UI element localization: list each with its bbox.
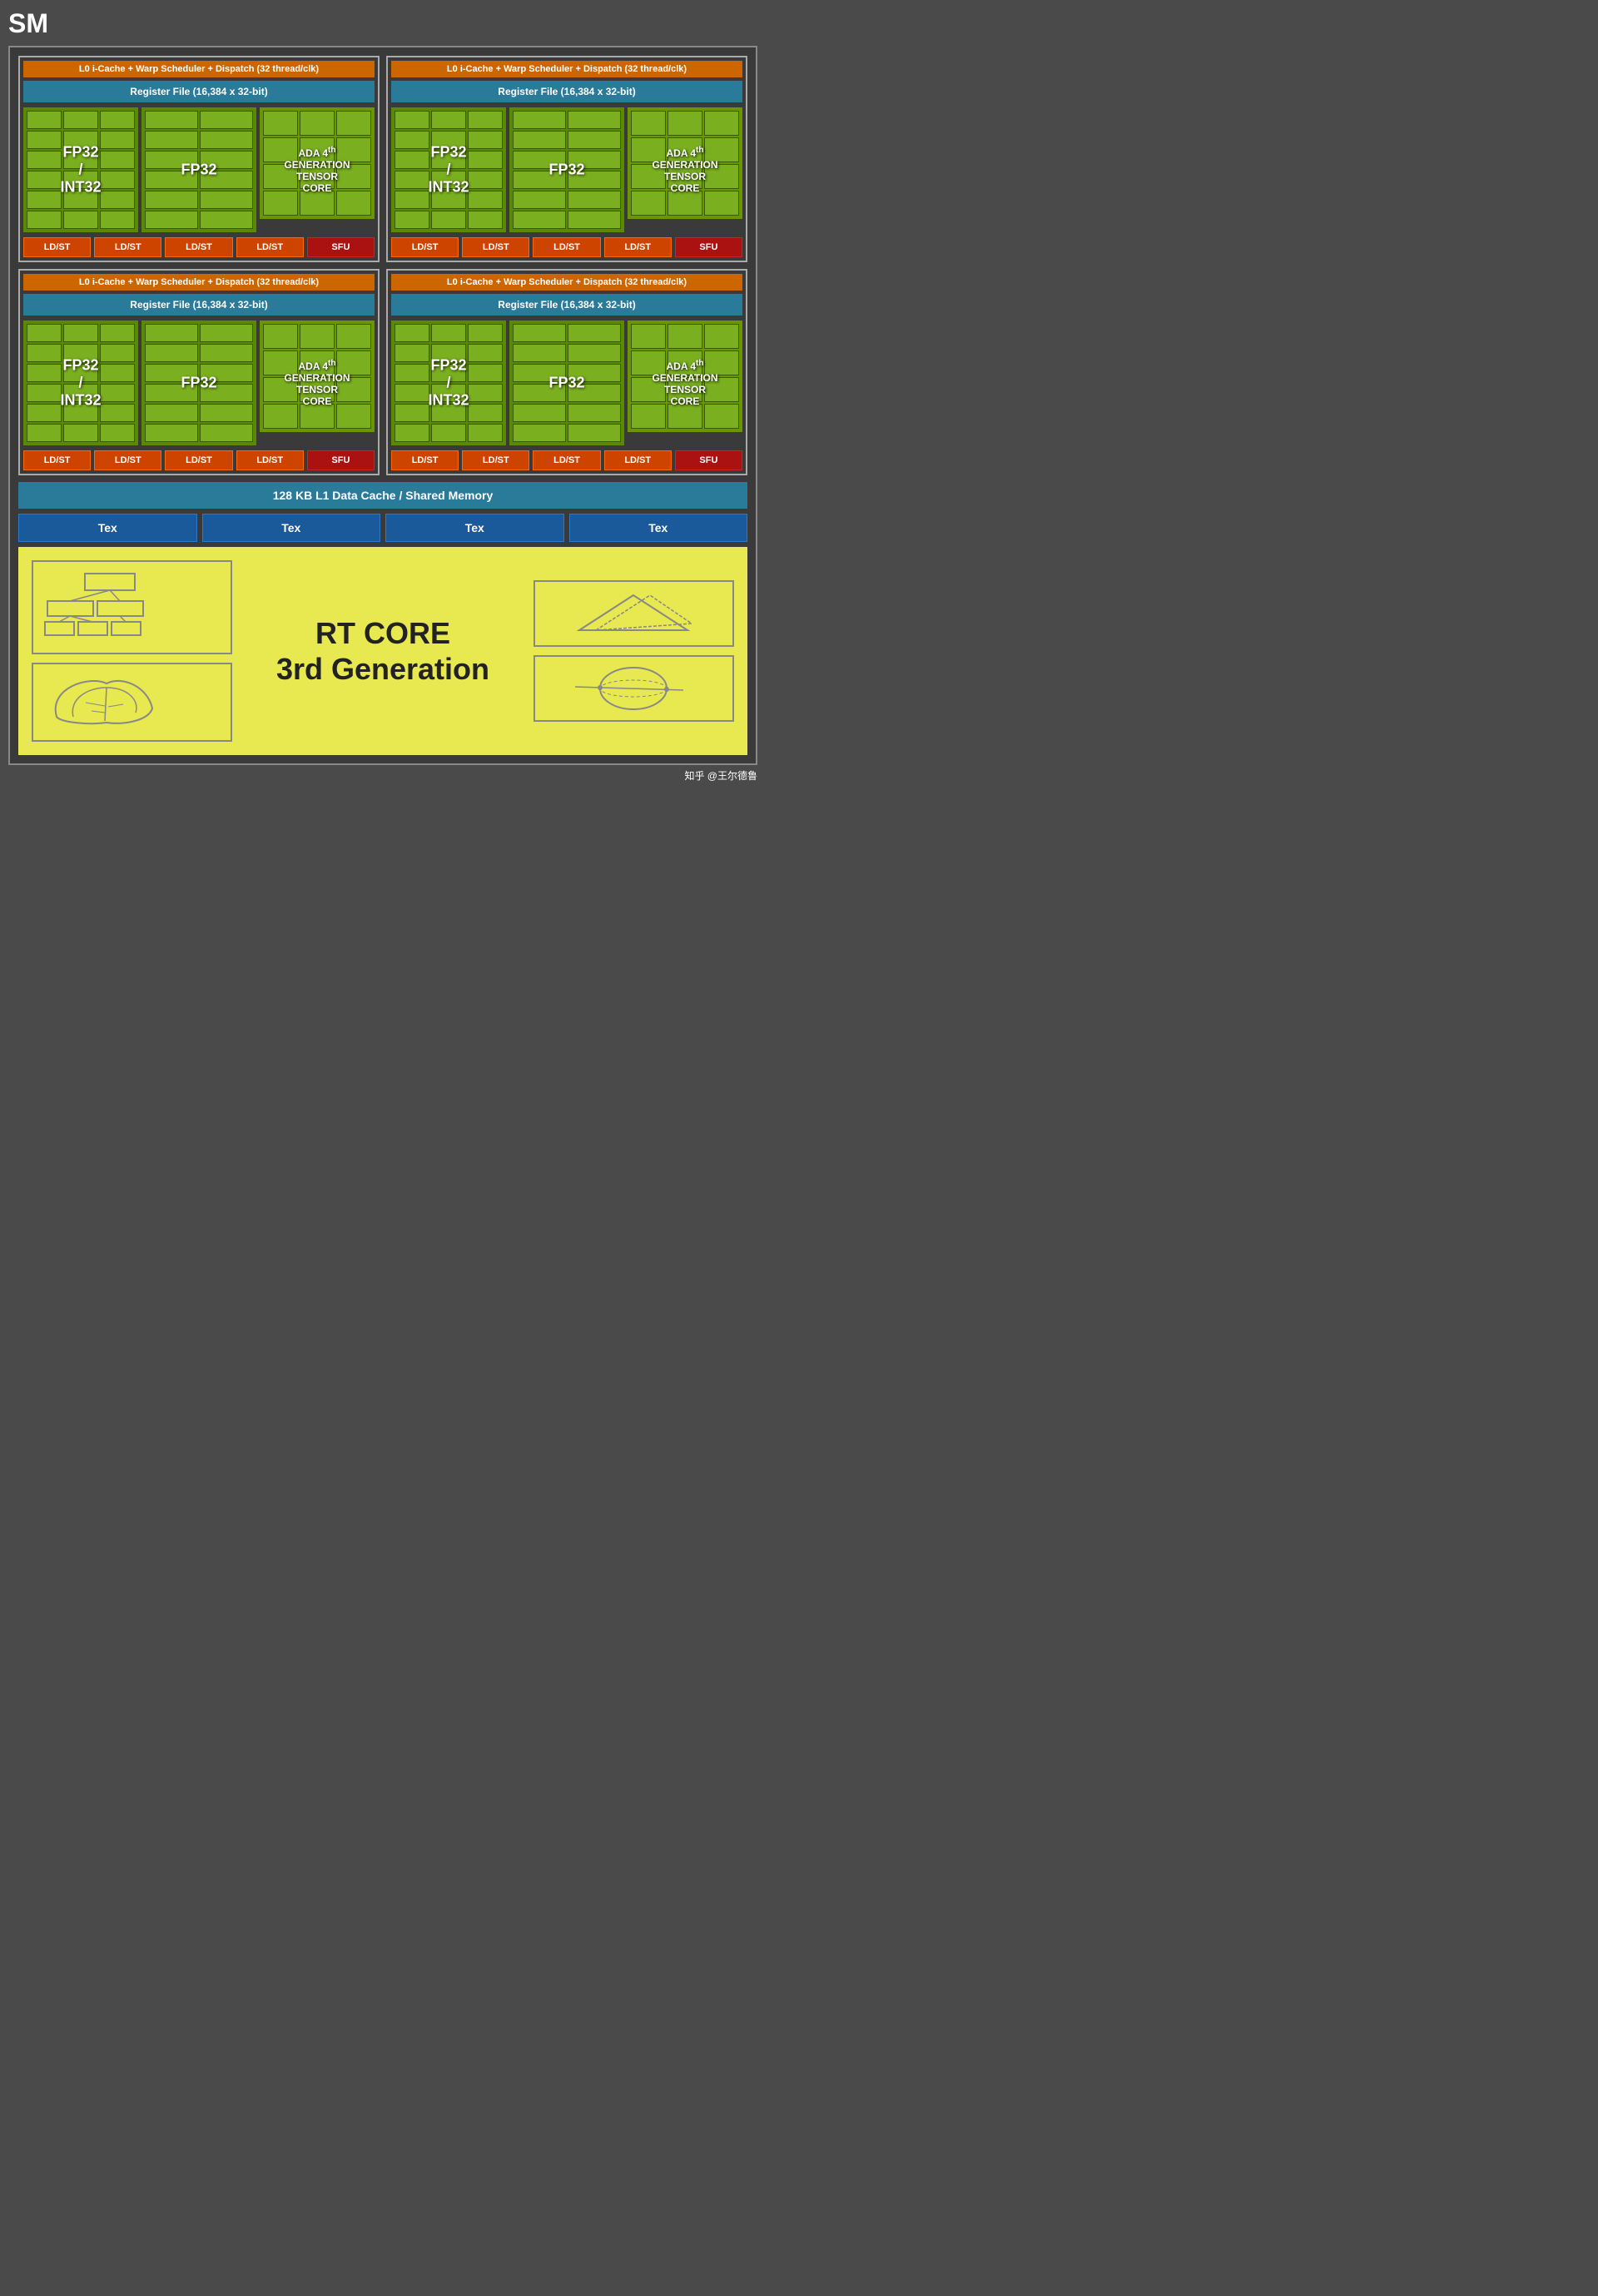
ldst-2-3: LD/ST — [533, 237, 600, 257]
bottom-units-4: LD/ST LD/ST LD/ST LD/ST SFU — [391, 450, 742, 470]
register-bar-3: Register File (16,384 x 32-bit) — [23, 294, 375, 316]
ldst-3-2: LD/ST — [94, 450, 161, 470]
watermark: 知乎 @王尔德鲁 — [8, 768, 757, 783]
tex-unit-1: Tex — [18, 514, 197, 542]
compute-area-2: FP32/INT32 FP32 — [391, 107, 742, 232]
fp32-block-4: FP32 — [509, 321, 624, 445]
fp32-block-3: FP32 — [141, 321, 256, 445]
quadrant-3: L0 i-Cache + Warp Scheduler + Dispatch (… — [18, 269, 380, 475]
fp32-int32-block-3: FP32/INT32 — [23, 321, 138, 445]
rt-core-title: RT CORE 3rd Generation — [232, 615, 533, 687]
quadrant-1: L0 i-Cache + Warp Scheduler + Dispatch (… — [18, 56, 380, 262]
tex-unit-4: Tex — [569, 514, 748, 542]
tex-unit-3: Tex — [385, 514, 564, 542]
ldst-2-2: LD/ST — [462, 237, 529, 257]
triangle-diagram — [533, 580, 734, 647]
leaf-diagram — [32, 663, 232, 742]
quadrant-2: L0 i-Cache + Warp Scheduler + Dispatch (… — [386, 56, 747, 262]
tex-unit-2: Tex — [202, 514, 381, 542]
compute-area-1: FP32/INT32 FP32 — [23, 107, 375, 232]
register-bar-1: Register File (16,384 x 32-bit) — [23, 81, 375, 102]
ldst-3-4: LD/ST — [236, 450, 304, 470]
bvh-diagram — [32, 560, 232, 654]
tensor-block-1: ADA 4thGENERATIONTENSOR CORE — [260, 107, 375, 232]
warp-bar-3: L0 i-Cache + Warp Scheduler + Dispatch (… — [23, 274, 375, 291]
compute-area-3: FP32/INT32 FP32 — [23, 321, 375, 445]
compute-area-4: FP32/INT32 FP32 — [391, 321, 742, 445]
warp-bar-2: L0 i-Cache + Warp Scheduler + Dispatch (… — [391, 61, 742, 77]
quadrant-4: L0 i-Cache + Warp Scheduler + Dispatch (… — [386, 269, 747, 475]
ldst-4-1: LD/ST — [391, 450, 459, 470]
circle-diagram — [533, 655, 734, 722]
tensor-block-3: ADA 4thGENERATIONTENSOR CORE — [260, 321, 375, 445]
tex-row: Tex Tex Tex Tex — [18, 514, 747, 542]
ldst-2-4: LD/ST — [604, 237, 672, 257]
ldst-2-1: LD/ST — [391, 237, 459, 257]
rt-core-left — [32, 560, 232, 742]
sfu-4: SFU — [675, 450, 742, 470]
sfu-2: SFU — [675, 237, 742, 257]
warp-bar-4: L0 i-Cache + Warp Scheduler + Dispatch (… — [391, 274, 742, 291]
warp-bar-1: L0 i-Cache + Warp Scheduler + Dispatch (… — [23, 61, 375, 77]
bottom-quadrants-row: L0 i-Cache + Warp Scheduler + Dispatch (… — [18, 269, 747, 475]
fp32-block-2: FP32 — [509, 107, 624, 232]
bottom-units-3: LD/ST LD/ST LD/ST LD/ST SFU — [23, 450, 375, 470]
sm-container: L0 i-Cache + Warp Scheduler + Dispatch (… — [8, 46, 757, 765]
ldst-1-1: LD/ST — [23, 237, 91, 257]
ldst-1-3: LD/ST — [165, 237, 232, 257]
rt-core-right — [533, 580, 734, 722]
register-bar-4: Register File (16,384 x 32-bit) — [391, 294, 742, 316]
ldst-4-3: LD/ST — [533, 450, 600, 470]
tensor-block-2: ADA 4thGENERATIONTENSOR CORE — [628, 107, 742, 232]
tensor-block-4: ADA 4thGENERATIONTENSOR CORE — [628, 321, 742, 445]
fp32-block-1: FP32 — [141, 107, 256, 232]
rt-core-title-text: RT CORE 3rd Generation — [276, 616, 489, 686]
rt-core-center: RT CORE 3rd Generation — [232, 615, 533, 687]
ldst-3-3: LD/ST — [165, 450, 232, 470]
sfu-1: SFU — [307, 237, 375, 257]
ldst-1-2: LD/ST — [94, 237, 161, 257]
page-title: SM — [8, 8, 757, 39]
ldst-4-2: LD/ST — [462, 450, 529, 470]
ldst-3-1: LD/ST — [23, 450, 91, 470]
register-bar-2: Register File (16,384 x 32-bit) — [391, 81, 742, 102]
fp32-int32-block-1: FP32/INT32 — [23, 107, 138, 232]
rt-core-section: RT CORE 3rd Generation — [18, 547, 747, 755]
bottom-units-2: LD/ST LD/ST LD/ST LD/ST SFU — [391, 237, 742, 257]
sfu-3: SFU — [307, 450, 375, 470]
ldst-4-4: LD/ST — [604, 450, 672, 470]
fp32-int32-block-4: FP32/INT32 — [391, 321, 506, 445]
bottom-units-1: LD/ST LD/ST LD/ST LD/ST SFU — [23, 237, 375, 257]
l1-cache-bar: 128 KB L1 Data Cache / Shared Memory — [18, 482, 747, 509]
fp32-int32-block-2: FP32/INT32 — [391, 107, 506, 232]
top-quadrants-row: L0 i-Cache + Warp Scheduler + Dispatch (… — [18, 56, 747, 262]
ldst-1-4: LD/ST — [236, 237, 304, 257]
